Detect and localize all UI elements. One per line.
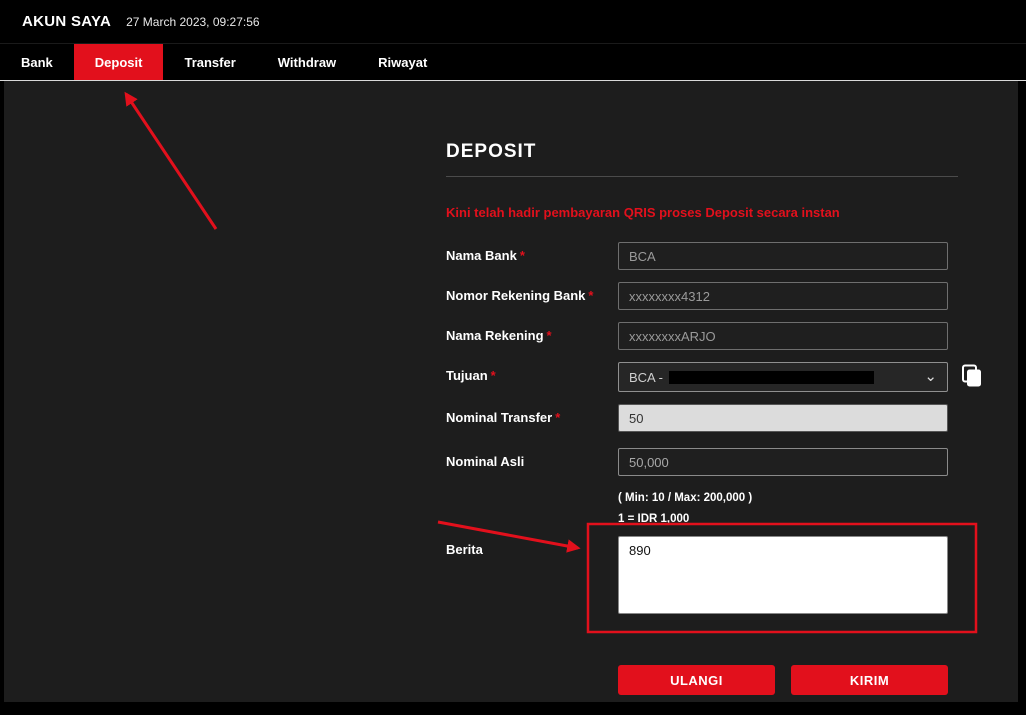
hints: ( Min: 10 / Max: 200,000 ) 1 = IDR 1,000 [618,488,958,530]
nomor-rekening-input[interactable] [618,282,948,310]
page-title: DEPOSIT [446,141,958,163]
content: DEPOSIT Kini telah hadir pembayaran QRIS… [0,81,1026,714]
field-row-nominal-asli: Nominal Asli [446,448,958,476]
rate-hint: 1 = IDR 1,000 [618,509,958,530]
nominal-transfer-label: Nominal Transfer* [446,404,618,432]
nama-bank-input[interactable] [618,242,948,270]
navbar: Bank Deposit Transfer Withdraw Riwayat [0,44,1026,81]
nominal-transfer-input[interactable] [618,404,948,432]
required-marker: * [491,368,496,383]
chevron-down-icon: ⌄ [924,372,937,382]
copy-icon[interactable] [960,364,984,390]
topbar: AKUN SAYA 27 March 2023, 09:27:56 [0,0,1026,44]
title-divider [446,176,958,177]
field-row-nama-rekening: Nama Rekening* [446,322,958,350]
field-row-nama-bank: Nama Bank* [446,242,958,270]
field-row-tujuan: Tujuan* BCA - ⌄ [446,362,958,392]
tab-withdraw[interactable]: Withdraw [257,44,357,80]
nominal-asli-label: Nominal Asli [446,448,618,476]
page: AKUN SAYA 27 March 2023, 09:27:56 Bank D… [0,0,1026,715]
required-marker: * [520,248,525,263]
berita-label: Berita [446,536,618,619]
tab-transfer[interactable]: Transfer [163,44,256,80]
redacted-account-number [669,371,874,384]
berita-textarea[interactable]: 890 [618,536,948,614]
required-marker: * [555,410,560,425]
nama-bank-label: Nama Bank* [446,242,618,270]
ulangi-button[interactable]: ULANGI [618,665,775,695]
form-actions: ULANGI KIRIM [618,665,948,695]
nomor-rekening-label: Nomor Rekening Bank* [446,282,618,310]
field-row-nomor-rekening: Nomor Rekening Bank* [446,282,958,310]
kirim-button[interactable]: KIRIM [791,665,948,695]
min-max-hint: ( Min: 10 / Max: 200,000 ) [618,488,958,509]
field-row-nominal-transfer: Nominal Transfer* [446,404,958,432]
tab-riwayat[interactable]: Riwayat [357,44,448,80]
required-marker: * [547,328,552,343]
brand-title: AKUN SAYA [22,13,111,30]
nama-rekening-label: Nama Rekening* [446,322,618,350]
nama-rekening-input[interactable] [618,322,948,350]
datetime: 27 March 2023, 09:27:56 [126,15,259,29]
deposit-form: DEPOSIT Kini telah hadir pembayaran QRIS… [446,141,958,695]
qris-notice: Kini telah hadir pembayaran QRIS proses … [446,205,958,220]
tujuan-select[interactable]: BCA - ⌄ [618,362,948,392]
tujuan-label: Tujuan* [446,362,618,392]
tab-deposit[interactable]: Deposit [74,44,164,80]
nominal-asli-input[interactable] [618,448,948,476]
field-row-berita: Berita 890 [446,536,958,619]
tab-bank[interactable]: Bank [0,44,74,80]
required-marker: * [588,288,593,303]
tujuan-selected-value: BCA - [629,370,667,385]
